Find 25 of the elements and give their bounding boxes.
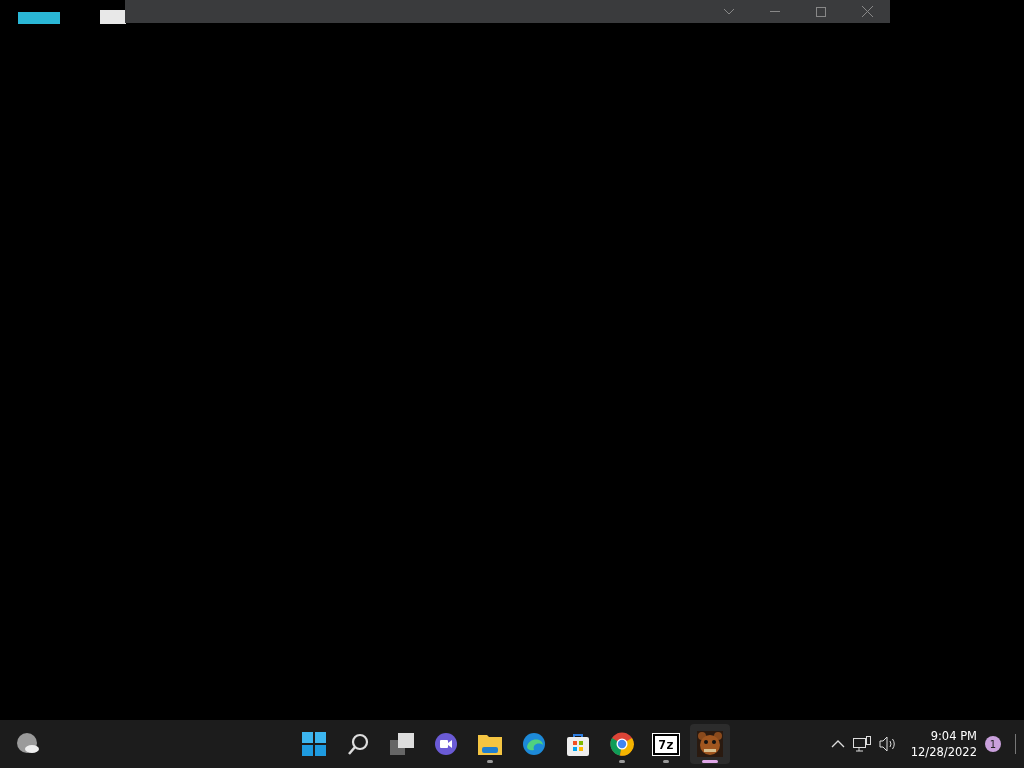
window-thumbnail xyxy=(100,10,126,24)
notification-count[interactable]: 1 xyxy=(985,736,1001,752)
browser-circle-icon xyxy=(610,732,634,756)
video-chat-icon xyxy=(434,732,458,756)
taskbar-app-button[interactable] xyxy=(690,724,730,764)
task-view-icon xyxy=(390,733,414,755)
running-indicator xyxy=(663,760,669,763)
clock-date[interactable]: 12/28/2022 xyxy=(910,744,977,760)
network-icon[interactable] xyxy=(852,736,871,752)
folder-icon xyxy=(478,733,502,755)
chevron-up-icon[interactable] xyxy=(830,740,845,748)
bear-face-icon xyxy=(697,731,723,757)
speaker-icon[interactable] xyxy=(878,736,897,752)
running-indicator xyxy=(619,760,625,763)
browser-wave-icon xyxy=(522,732,546,756)
windows-logo-icon xyxy=(302,732,326,756)
running-indicator xyxy=(487,760,493,763)
archive-app-logo: 7z xyxy=(653,733,679,755)
window-thumbnail xyxy=(18,12,60,24)
running-indicator xyxy=(702,760,718,763)
weather-cloud-icon[interactable] xyxy=(16,732,40,756)
shopping-bag-icon xyxy=(567,732,589,756)
taskbar-app-button[interactable]: 7z xyxy=(646,724,686,764)
clock-time[interactable]: 9:04 PM xyxy=(930,728,977,744)
search-icon xyxy=(346,732,370,756)
